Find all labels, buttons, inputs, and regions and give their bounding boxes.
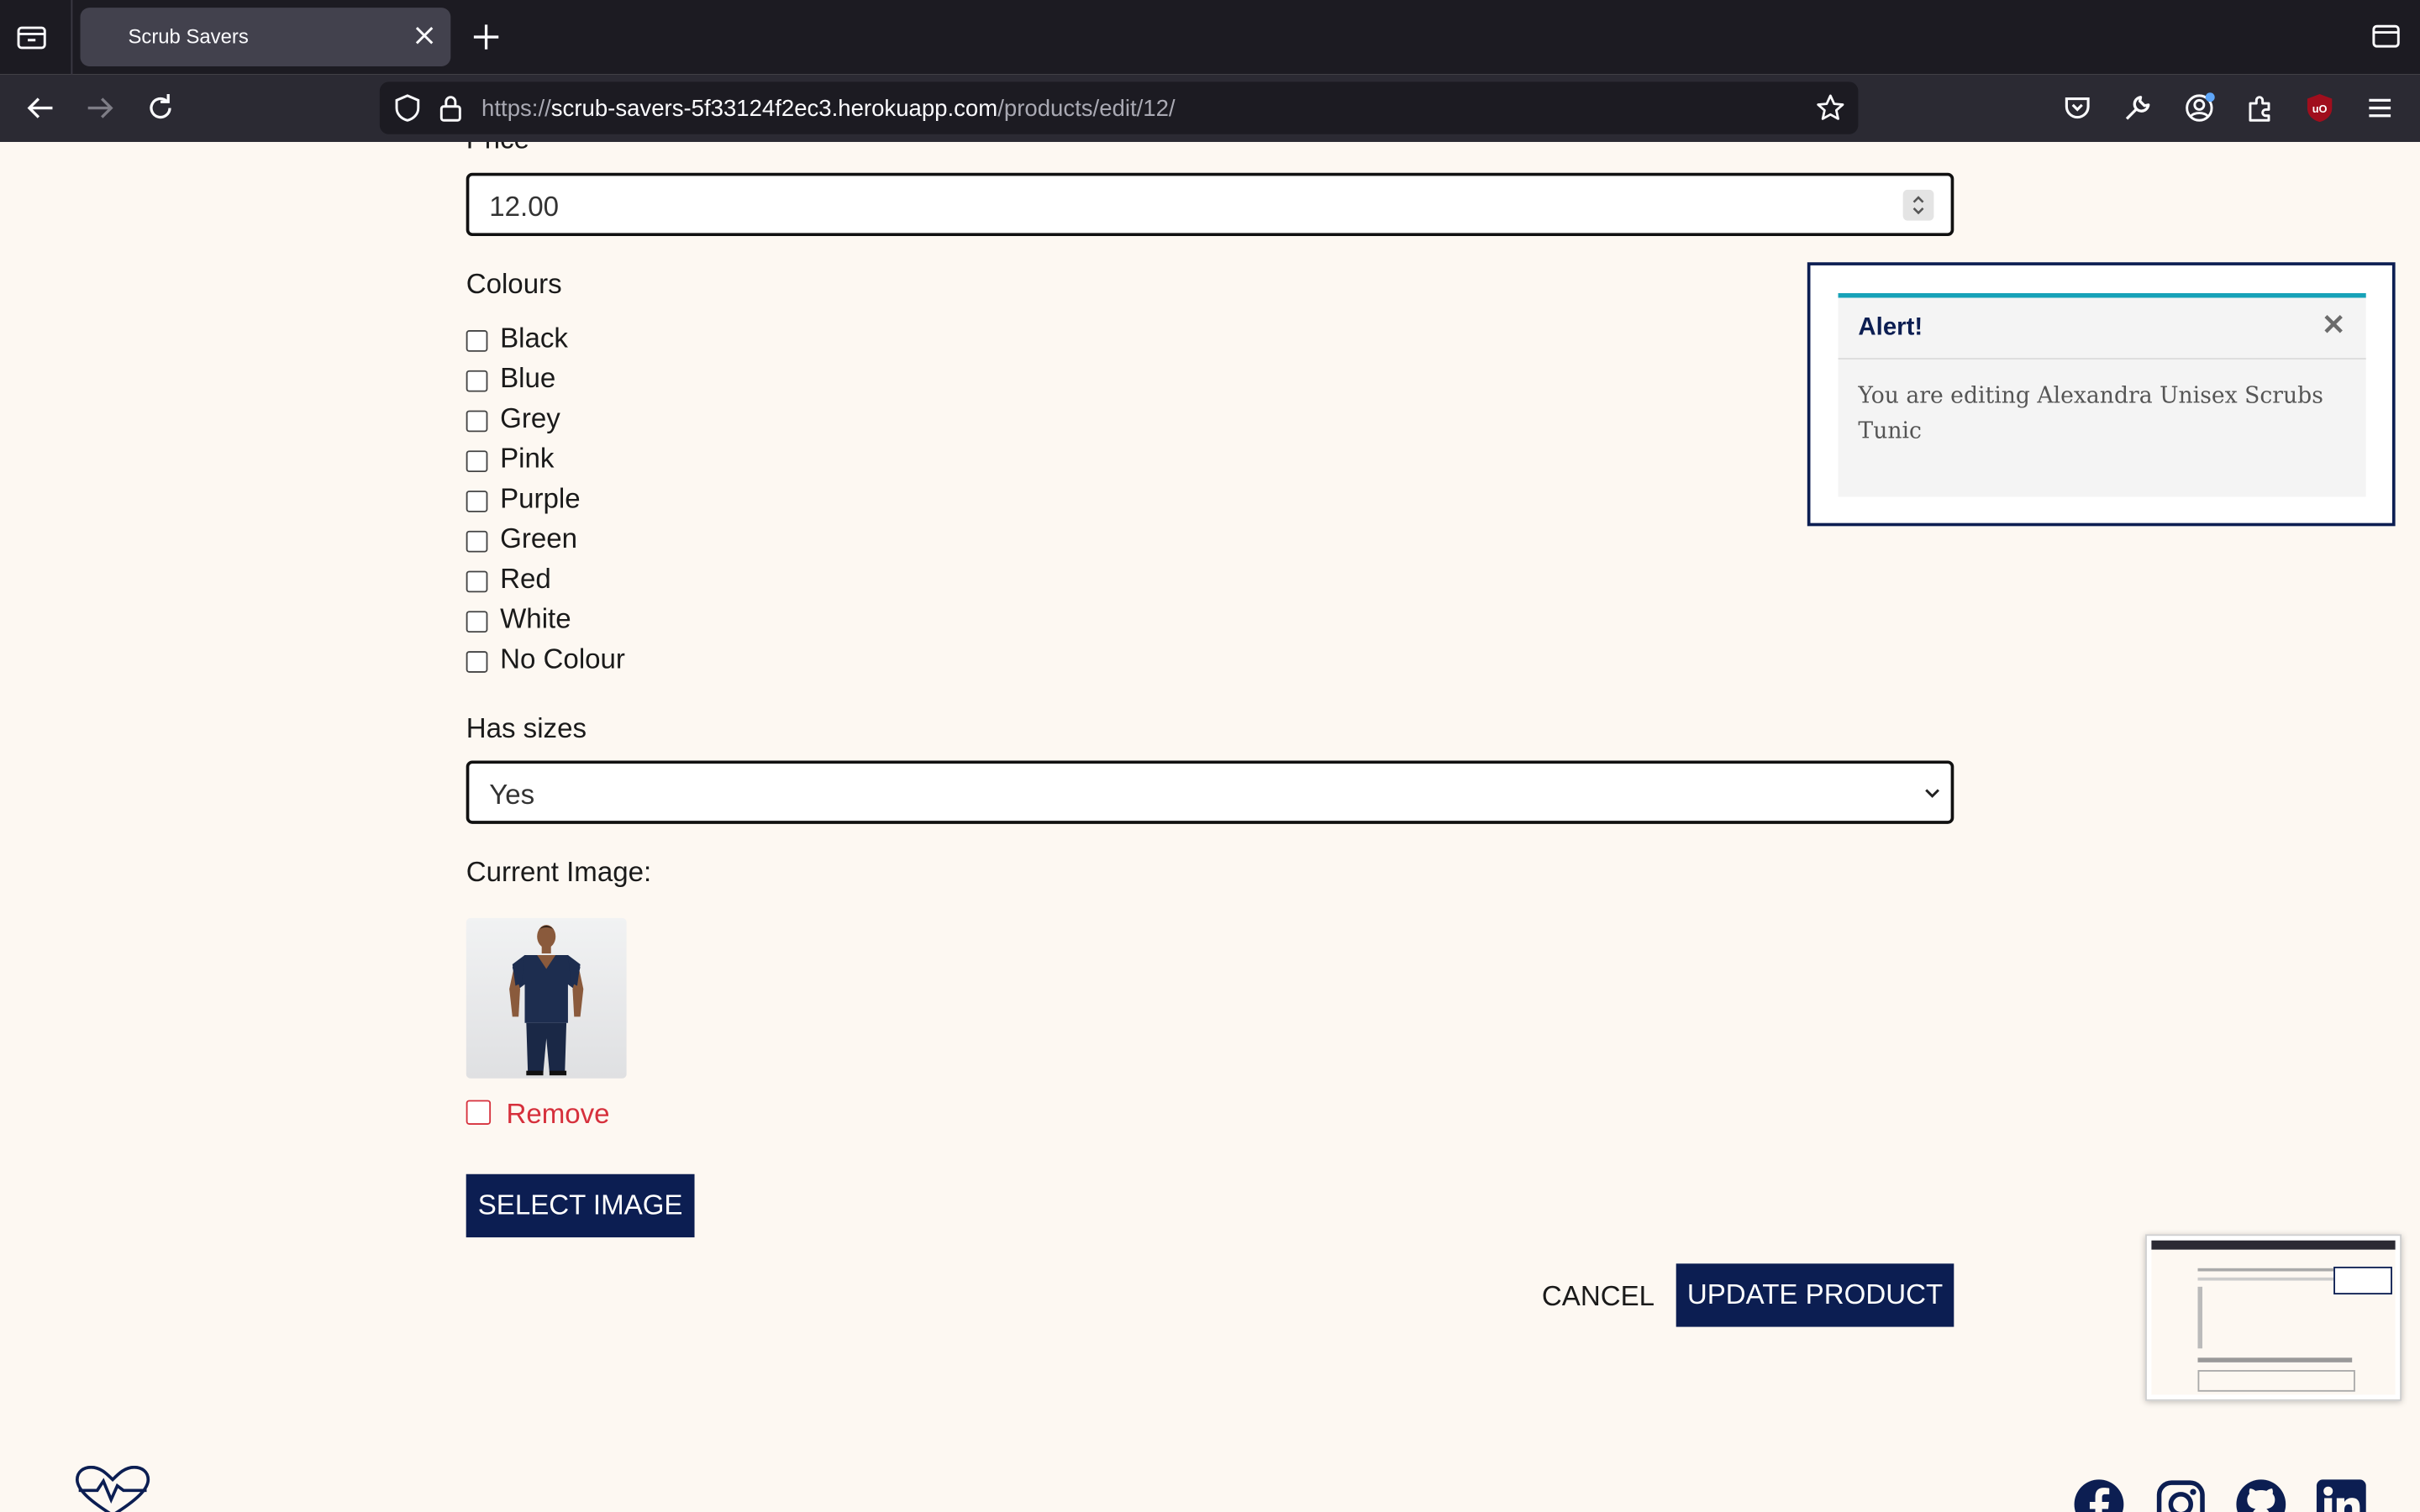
select-image-button[interactable]: SELECT IMAGE bbox=[466, 1173, 695, 1238]
back-arrow-icon[interactable] bbox=[24, 91, 57, 124]
ublock-origin-icon[interactable]: uO bbox=[2302, 91, 2336, 124]
remove-image-option[interactable]: Remove bbox=[466, 1098, 651, 1131]
instagram-icon[interactable] bbox=[2154, 1478, 2207, 1512]
colours-label: Colours bbox=[466, 268, 562, 300]
colour-label: Purple bbox=[500, 482, 581, 514]
alert-toast: Alert! You are editing Alexandra Unisex … bbox=[1807, 262, 2396, 527]
github-icon[interactable] bbox=[2235, 1478, 2287, 1512]
tab-separator bbox=[71, 0, 73, 75]
has-sizes-select[interactable]: Yes bbox=[466, 760, 1954, 824]
product-image[interactable] bbox=[466, 917, 627, 1079]
remove-checkbox[interactable] bbox=[466, 1100, 492, 1125]
has-sizes-value: Yes bbox=[489, 779, 535, 811]
alert-message: You are editing Alexandra Unisex Scrubs … bbox=[1858, 384, 2323, 444]
bookmark-star-icon[interactable] bbox=[1815, 92, 1846, 123]
checkbox[interactable] bbox=[466, 410, 488, 433]
facebook-icon[interactable] bbox=[2073, 1478, 2125, 1512]
browser-tab-bar: Scrub Savers bbox=[0, 0, 2420, 75]
reload-icon[interactable] bbox=[144, 91, 177, 124]
has-sizes-label: Has sizes bbox=[466, 712, 587, 744]
alert-divider bbox=[1838, 358, 2366, 360]
linkedin-icon[interactable] bbox=[2315, 1478, 2367, 1512]
checkbox[interactable] bbox=[466, 651, 488, 673]
price-input[interactable]: 12.00 bbox=[466, 172, 1954, 237]
url-bar[interactable]: https://scrub-savers-5f33124f2ec3.heroku… bbox=[379, 81, 1859, 134]
account-icon[interactable] bbox=[2182, 91, 2216, 124]
tab-title: Scrub Savers bbox=[128, 24, 249, 48]
checkbox[interactable] bbox=[466, 570, 488, 593]
new-tab-icon[interactable] bbox=[471, 22, 502, 53]
colour-label: Black bbox=[500, 322, 568, 354]
url-text: https://scrub-savers-5f33124f2ec3.heroku… bbox=[481, 95, 1176, 123]
browser-tab[interactable]: Scrub Savers bbox=[80, 8, 451, 66]
alert-panel: Alert! You are editing Alexandra Unisex … bbox=[1838, 292, 2366, 497]
colour-label: Pink bbox=[500, 443, 555, 474]
wrench-icon[interactable] bbox=[2121, 91, 2154, 124]
colour-label: No Colour bbox=[500, 643, 625, 675]
checkbox[interactable] bbox=[466, 370, 488, 392]
checkbox[interactable] bbox=[466, 530, 488, 553]
screenshot-preview-thumbnail[interactable] bbox=[2145, 1234, 2402, 1401]
price-value: 12.00 bbox=[489, 191, 559, 223]
lock-icon[interactable] bbox=[439, 92, 463, 123]
forward-arrow-icon[interactable] bbox=[83, 91, 117, 124]
cancel-button[interactable]: CANCEL bbox=[1542, 1280, 1655, 1313]
tab-close-icon[interactable] bbox=[411, 22, 439, 50]
alert-title: Alert! bbox=[1858, 314, 1923, 341]
colour-label: Red bbox=[500, 563, 551, 595]
extensions-icon[interactable] bbox=[2243, 91, 2276, 124]
pocket-icon[interactable] bbox=[2060, 91, 2094, 124]
menu-icon[interactable] bbox=[2363, 91, 2396, 124]
colour-label: Green bbox=[500, 522, 577, 554]
chevron-down-icon bbox=[1925, 789, 1939, 798]
checkbox[interactable] bbox=[466, 330, 488, 352]
thumbnail-chrome bbox=[2151, 1240, 2396, 1250]
tab-list-icon[interactable] bbox=[15, 20, 49, 54]
current-image-label: Current Image: bbox=[466, 856, 652, 888]
colour-label: White bbox=[500, 603, 571, 634]
colour-label: Blue bbox=[500, 362, 556, 394]
spinner-arrows-icon bbox=[1912, 196, 1924, 215]
checkbox[interactable] bbox=[466, 450, 488, 473]
price-spinner[interactable] bbox=[1902, 189, 1934, 221]
thumbnail-page bbox=[2151, 1249, 2396, 1395]
window-icon[interactable] bbox=[2370, 22, 2402, 53]
checkbox[interactable] bbox=[466, 491, 488, 512]
update-product-button[interactable]: UPDATE PRODUCT bbox=[1676, 1263, 1954, 1327]
browser-nav-bar: https://scrub-savers-5f33124f2ec3.heroku… bbox=[0, 74, 2420, 142]
svg-text:uO: uO bbox=[2312, 102, 2328, 115]
close-icon[interactable] bbox=[2323, 313, 2344, 335]
colour-label: Grey bbox=[500, 402, 560, 434]
remove-label: Remove bbox=[506, 1098, 610, 1130]
heart-pulse-logo-icon[interactable] bbox=[72, 1465, 153, 1512]
tracking-shield-icon[interactable] bbox=[393, 92, 421, 123]
checkbox[interactable] bbox=[466, 611, 488, 633]
